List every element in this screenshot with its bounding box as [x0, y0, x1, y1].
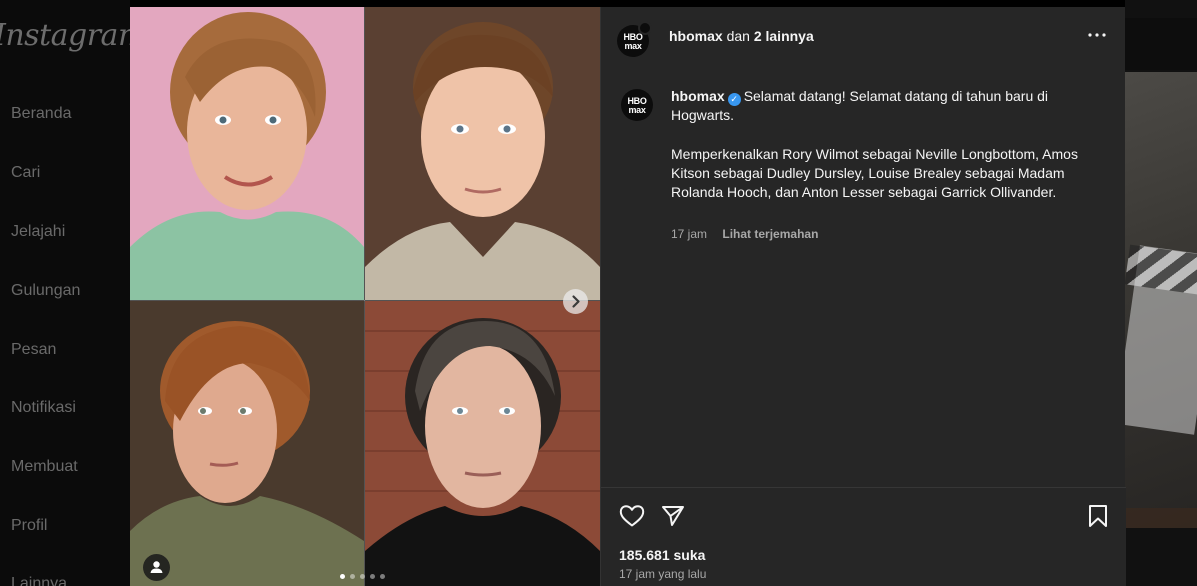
portrait-4-illustration	[365, 301, 600, 586]
carousel-dot	[340, 574, 345, 579]
collage-divider-horizontal	[130, 300, 600, 301]
heart-icon	[619, 505, 645, 527]
post-author-line: hbomax dan 2 lainnya	[669, 28, 814, 44]
caption-username[interactable]: hbomax	[671, 88, 725, 104]
sidebar-item-pesan[interactable]: Pesan	[11, 341, 56, 359]
portrait-2-illustration	[365, 7, 600, 300]
share-button[interactable]	[661, 504, 685, 533]
portrait-tile-3	[130, 301, 364, 586]
portrait-tile-2	[365, 7, 600, 300]
portrait-tile-1	[130, 7, 364, 300]
portrait-1-illustration	[130, 7, 364, 300]
portrait-tile-4	[365, 301, 600, 586]
caption-author-avatar[interactable]: HBO max	[621, 89, 653, 121]
portrait-3-illustration	[130, 301, 364, 586]
carousel-next-button[interactable]	[563, 289, 588, 314]
sidebar: Instagram Beranda Cari Jelajahi Gulungan…	[0, 0, 146, 586]
sidebar-item-notifikasi[interactable]: Notifikasi	[11, 399, 76, 417]
sidebar-item-lainnya[interactable]: Lainnya	[11, 575, 67, 586]
more-options-button[interactable]	[1085, 23, 1109, 47]
caption-text-line2: Memperkenalkan Rory Wilmot sebagai Nevil…	[671, 145, 1078, 201]
post-header: HBO max hbomax dan 2 lainnya	[601, 7, 1126, 67]
collab-connector: dan	[726, 28, 750, 44]
sidebar-item-gulungan[interactable]: Gulungan	[11, 282, 80, 300]
sidebar-item-profil[interactable]: Profil	[11, 517, 47, 535]
verified-badge-icon: ✓	[727, 93, 741, 106]
background-strip	[1125, 18, 1197, 70]
sidebar-item-beranda[interactable]: Beranda	[11, 105, 72, 123]
like-button[interactable]	[619, 504, 645, 533]
post-details-panel: HBO max hbomax dan 2 lainnya HBO max hbo…	[600, 7, 1126, 586]
post-modal: HBO max hbomax dan 2 lainnya HBO max hbo…	[130, 7, 1126, 586]
save-button[interactable]	[1087, 504, 1109, 533]
collab-others-link[interactable]: 2 lainnya	[754, 28, 814, 44]
user-tag-icon	[150, 561, 163, 573]
likes-count[interactable]: 185.681 suka	[619, 547, 705, 563]
tagged-users-button[interactable]	[143, 554, 170, 581]
post-media-carousel[interactable]	[130, 7, 600, 586]
collage-divider-vertical	[364, 7, 365, 586]
collaborator-avatar[interactable]	[638, 21, 652, 35]
post-caption: hbomax ✓ Selamat datang! Selamat datang di…	[671, 87, 1091, 202]
see-translation-link[interactable]: Lihat terjemahan	[722, 227, 818, 241]
background-feed	[1125, 0, 1197, 586]
chevron-right-icon	[572, 295, 580, 308]
avatar-logo-text: HBO max	[623, 32, 643, 51]
caption-meta: 17 jam Lihat terjemahan	[671, 227, 818, 241]
background-floor	[1125, 508, 1197, 528]
carousel-dot	[350, 574, 355, 579]
caption-text-line1: Selamat datang! Selamat datang di tahun …	[671, 88, 1049, 124]
carousel-dot	[370, 574, 375, 579]
post-actions: 185.681 suka 17 jam yang lalu	[601, 487, 1126, 586]
more-options-icon	[1088, 33, 1106, 37]
sidebar-item-jelajahi[interactable]: Jelajahi	[11, 223, 65, 241]
carousel-indicator	[340, 574, 385, 579]
carousel-dot	[360, 574, 365, 579]
sidebar-item-membuat[interactable]: Membuat	[11, 458, 78, 476]
caption-timestamp: 17 jam	[671, 227, 708, 241]
author-username[interactable]: hbomax	[669, 28, 723, 44]
carousel-dot	[380, 574, 385, 579]
caption-avatar-logo-text: HBO max	[627, 96, 647, 115]
send-icon	[662, 506, 684, 526]
instagram-logo[interactable]: Instagram	[0, 18, 146, 53]
sidebar-item-cari[interactable]: Cari	[11, 164, 40, 182]
bookmark-icon	[1089, 505, 1107, 527]
post-timestamp: 17 jam yang lalu	[619, 567, 707, 581]
